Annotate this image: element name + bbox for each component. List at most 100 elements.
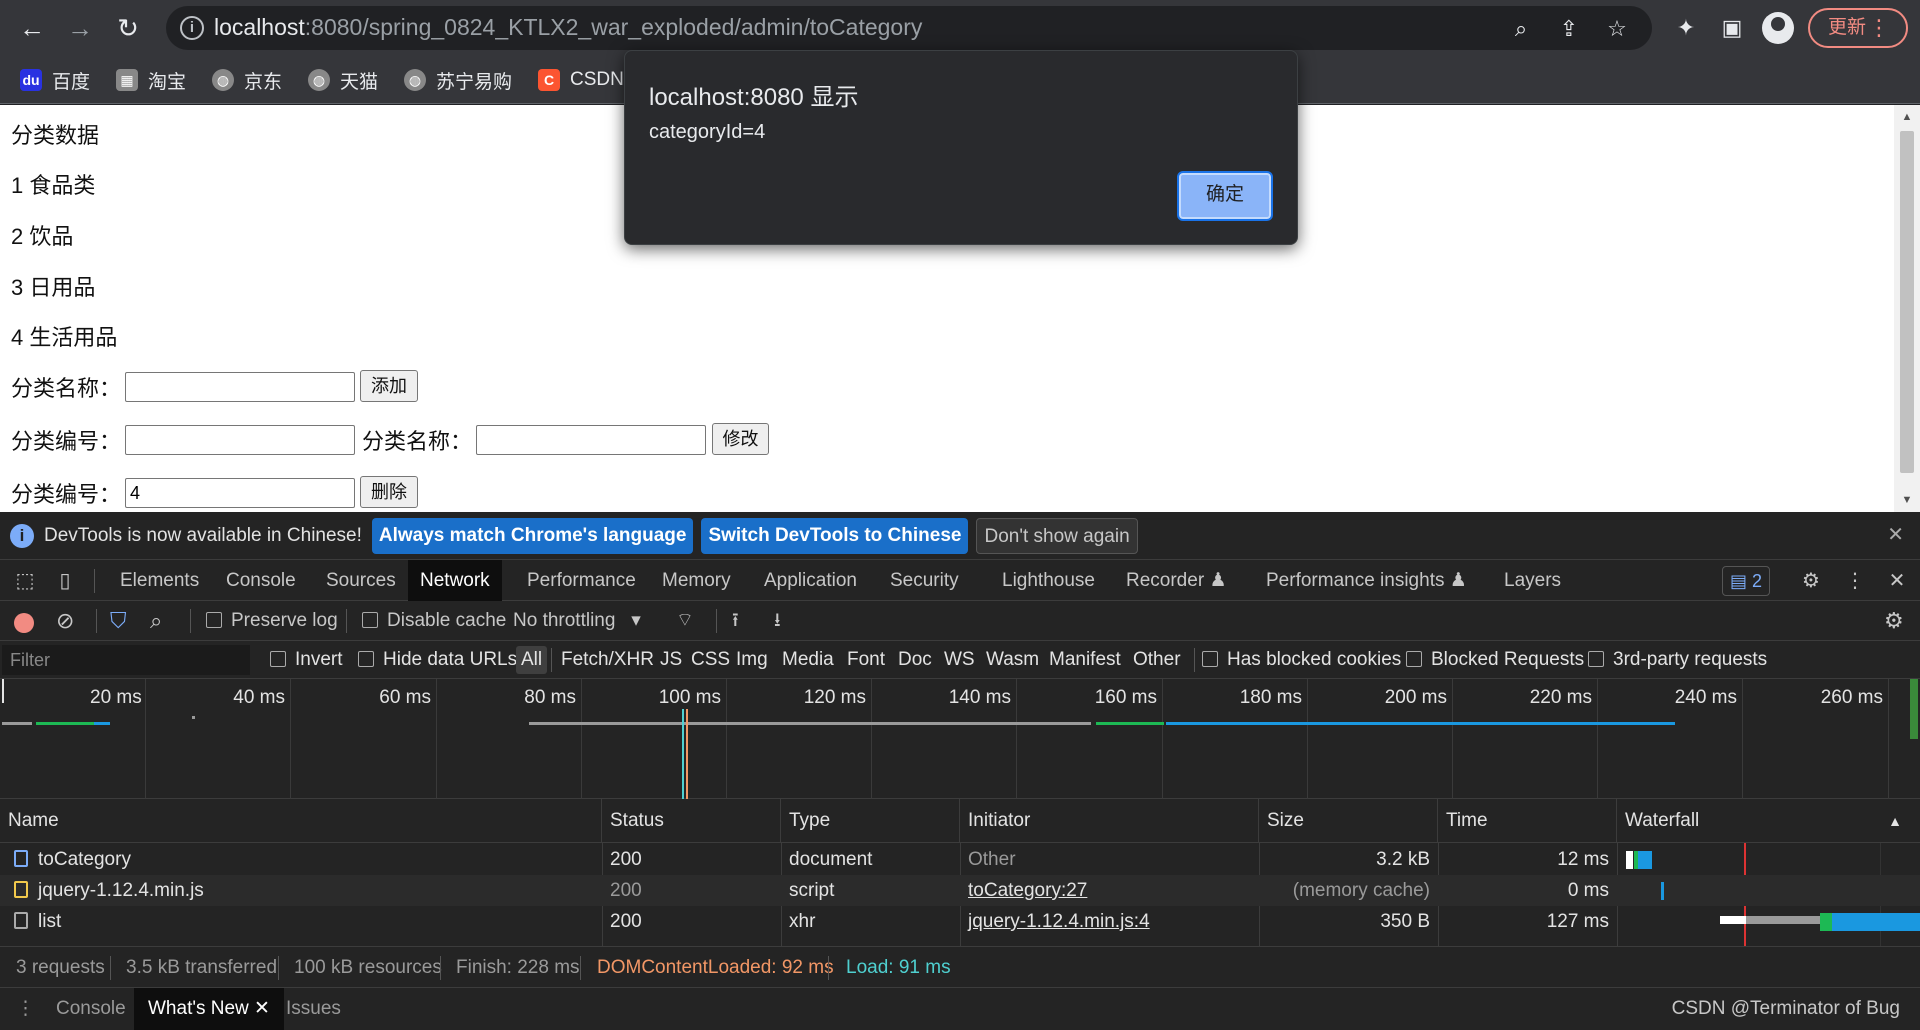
bookmark-csdn[interactable]: C CSDN: [538, 64, 624, 96]
network-toolbar: ⊘ ⛉ ⌕ Preserve log Disable cache No thro…: [0, 601, 1920, 641]
tab-performance-insights[interactable]: Performance insights ♟: [1254, 560, 1479, 601]
network-overview[interactable]: 20 ms 40 ms 60 ms 80 ms 100 ms 120 ms 14…: [0, 679, 1920, 799]
match-language-button[interactable]: Always match Chrome's language: [371, 517, 694, 554]
tab-lighthouse[interactable]: Lighthouse: [990, 560, 1107, 601]
drawer-tab-issues[interactable]: Issues: [272, 988, 355, 1030]
tab-memory[interactable]: Memory: [650, 560, 743, 601]
close-devtools-icon[interactable]: ✕: [1882, 566, 1912, 596]
zoom-icon[interactable]: ⌕: [1506, 14, 1536, 44]
add-name-input[interactable]: [125, 372, 355, 402]
invert-checkbox[interactable]: Invert: [270, 641, 343, 679]
col-type[interactable]: Type: [781, 799, 960, 843]
preserve-log-checkbox[interactable]: Preserve log: [206, 601, 338, 641]
col-initiator[interactable]: Initiator: [960, 799, 1259, 843]
reload-icon[interactable]: ↻: [110, 8, 146, 48]
more-options-icon[interactable]: ⋮: [1840, 566, 1870, 596]
table-row[interactable]: list 200 xhr jquery-1.12.4.min.js:4 350 …: [0, 906, 1920, 937]
share-icon[interactable]: ⇪: [1554, 14, 1584, 44]
update-button[interactable]: 更新 ⋮: [1808, 8, 1908, 48]
tab-application[interactable]: Application: [752, 560, 869, 601]
bookmark-tmall[interactable]: ◍ 天猫: [308, 64, 378, 96]
scroll-thumb[interactable]: [1900, 131, 1914, 473]
third-party-checkbox[interactable]: 3rd-party requests: [1588, 641, 1767, 679]
edit-button[interactable]: 修改: [712, 423, 769, 455]
col-waterfall[interactable]: Waterfall ▲: [1617, 799, 1920, 843]
scroll-down-icon[interactable]: ▼: [1894, 490, 1920, 510]
initiator-link[interactable]: jquery-1.12.4.min.js:4: [960, 906, 1259, 937]
network-conditions-icon[interactable]: ⌔: [676, 601, 694, 641]
filter-type-css[interactable]: CSS: [691, 641, 730, 679]
table-row[interactable]: jquery-1.12.4.min.js 200 script toCatego…: [0, 875, 1920, 906]
settings-gear-icon[interactable]: ⚙: [1796, 566, 1826, 596]
site-info-icon[interactable]: i: [180, 16, 204, 40]
col-time[interactable]: Time: [1438, 799, 1617, 843]
tab-performance[interactable]: Performance: [515, 560, 648, 601]
side-panel-icon[interactable]: ▣: [1716, 12, 1748, 44]
blocked-requests-checkbox[interactable]: Blocked Requests: [1406, 641, 1584, 679]
initiator-link[interactable]: toCategory:27: [960, 875, 1259, 906]
url-text[interactable]: localhost:8080/spring_0824_KTLX2_war_exp…: [214, 14, 922, 41]
col-size[interactable]: Size: [1259, 799, 1438, 843]
filter-icon[interactable]: ⛉: [110, 601, 127, 641]
scroll-up-icon[interactable]: ▲: [1894, 107, 1920, 127]
filter-type-img[interactable]: Img: [736, 641, 768, 679]
edit-id-input[interactable]: [125, 425, 355, 455]
filter-type-js[interactable]: JS: [660, 641, 682, 679]
close-icon[interactable]: ✕: [1887, 522, 1904, 547]
tab-console[interactable]: Console: [214, 560, 308, 601]
tab-layers[interactable]: Layers: [1492, 560, 1573, 601]
clear-icon[interactable]: ⊘: [56, 601, 74, 641]
throttling-select[interactable]: No throttling ▾: [513, 601, 641, 641]
search-icon[interactable]: ⌕: [150, 601, 162, 641]
address-bar[interactable]: i localhost:8080/spring_0824_KTLX2_war_e…: [166, 6, 1652, 50]
issues-badge[interactable]: ▤ 2: [1722, 566, 1770, 596]
export-har-icon[interactable]: ⭳: [774, 601, 781, 641]
add-button[interactable]: 添加: [360, 370, 418, 402]
device-toolbar-icon[interactable]: ▯: [50, 566, 80, 596]
dialog-ok-button[interactable]: 确定: [1177, 171, 1273, 221]
network-settings-gear-icon[interactable]: ⚙: [1884, 601, 1904, 641]
edit-name-input[interactable]: [476, 425, 706, 455]
drawer-tab-whats-new[interactable]: What's New ✕: [134, 988, 284, 1030]
tab-security[interactable]: Security: [878, 560, 971, 601]
filter-type-fetch[interactable]: Fetch/XHR: [561, 641, 654, 679]
filter-type-all[interactable]: All: [516, 646, 548, 674]
dont-show-again-button[interactable]: Don't show again: [976, 517, 1138, 554]
hide-data-urls-checkbox[interactable]: Hide data URLs: [358, 641, 517, 679]
table-row[interactable]: toCategory 200 document Other 3.2 kB 12 …: [0, 844, 1920, 875]
filter-input[interactable]: Filter: [2, 645, 250, 675]
bookmark-taobao[interactable]: ▦ 淘宝: [116, 64, 186, 96]
bookmark-star-icon[interactable]: ☆: [1602, 14, 1632, 44]
switch-chinese-button[interactable]: Switch DevTools to Chinese: [701, 517, 969, 554]
col-name[interactable]: Name: [0, 799, 602, 843]
delete-button[interactable]: 删除: [360, 476, 418, 508]
bookmark-suning[interactable]: ◍ 苏宁易购: [404, 64, 512, 96]
page-scrollbar[interactable]: ▲ ▼: [1894, 105, 1920, 512]
filter-type-media[interactable]: Media: [782, 641, 834, 679]
filter-type-ws[interactable]: WS: [944, 641, 975, 679]
import-har-icon[interactable]: ⭱: [732, 601, 739, 641]
inspect-element-icon[interactable]: ⬚: [10, 566, 40, 596]
avatar[interactable]: [1762, 12, 1794, 44]
filter-type-wasm[interactable]: Wasm: [986, 641, 1039, 679]
tab-network[interactable]: Network: [408, 560, 502, 601]
col-status[interactable]: Status: [602, 799, 781, 843]
tab-recorder[interactable]: Recorder ♟: [1114, 560, 1238, 601]
drawer-menu-icon[interactable]: ⋮: [8, 988, 43, 1030]
filter-type-manifest[interactable]: Manifest: [1049, 641, 1121, 679]
disable-cache-checkbox[interactable]: Disable cache: [362, 601, 506, 641]
tab-elements[interactable]: Elements: [108, 560, 211, 601]
tab-sources[interactable]: Sources: [314, 560, 408, 601]
bookmark-jd[interactable]: ◍ 京东: [212, 64, 282, 96]
forward-icon[interactable]: →: [62, 8, 98, 48]
bookmark-baidu[interactable]: du 百度: [20, 64, 90, 96]
delete-id-input[interactable]: [125, 478, 355, 508]
filter-type-other[interactable]: Other: [1133, 641, 1181, 679]
record-icon[interactable]: [14, 613, 34, 633]
filter-type-font[interactable]: Font: [847, 641, 885, 679]
back-icon[interactable]: ←: [14, 8, 50, 48]
filter-type-doc[interactable]: Doc: [898, 641, 932, 679]
extensions-icon[interactable]: ✦: [1670, 12, 1702, 44]
drawer-tab-console[interactable]: Console: [42, 988, 140, 1030]
blocked-cookies-checkbox[interactable]: Has blocked cookies: [1202, 641, 1401, 679]
